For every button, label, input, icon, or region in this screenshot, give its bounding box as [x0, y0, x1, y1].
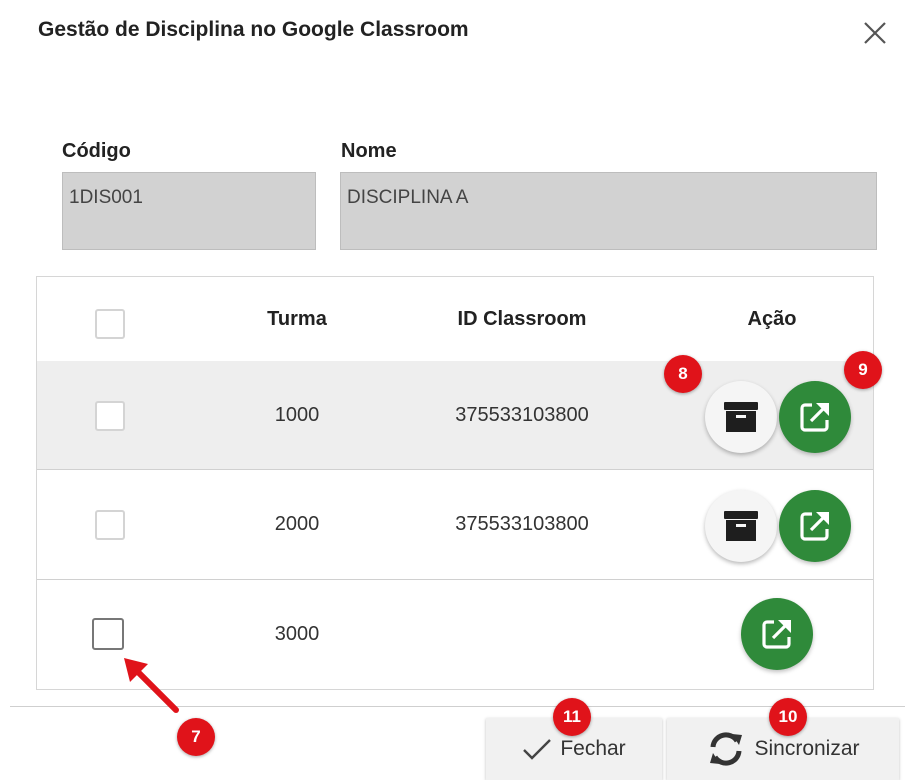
cell-id-classroom: 375533103800: [455, 513, 589, 535]
annotation-badge-7: 7: [177, 718, 215, 756]
turmas-table: Turma ID Classroom Ação 1000 37553310380…: [36, 276, 874, 690]
annotation-badge-10: 10: [769, 698, 807, 736]
codigo-label: Código: [62, 140, 131, 162]
sync-icon: [710, 732, 743, 766]
annotation-badge-11: 11: [553, 698, 591, 736]
cell-id-classroom: 375533103800: [455, 403, 589, 426]
nome-value: DISCIPLINA A: [347, 187, 469, 208]
external-link-icon: [762, 620, 791, 649]
archive-box-icon: [724, 511, 758, 541]
cell-turma: 3000: [274, 623, 320, 645]
open-classroom-button[interactable]: [779, 490, 851, 562]
open-classroom-button[interactable]: [779, 381, 851, 453]
annotation-badge-9: 9: [844, 351, 882, 389]
row-checkbox[interactable]: [95, 401, 125, 431]
external-link-icon: [800, 512, 829, 541]
nome-field: DISCIPLINA A: [340, 172, 877, 250]
header-turma: Turma: [267, 307, 327, 330]
table-row: 1000 375533103800: [37, 361, 873, 469]
nome-label: Nome: [341, 140, 397, 162]
close-button[interactable]: [858, 16, 892, 50]
table-header: Turma ID Classroom Ação: [37, 277, 873, 361]
close-icon: [864, 22, 886, 44]
check-icon: [523, 739, 552, 760]
row-checkbox[interactable]: [92, 618, 124, 650]
select-all-checkbox[interactable]: [95, 309, 125, 339]
archive-box-icon: [724, 402, 758, 432]
external-link-icon: [800, 403, 829, 432]
header-id-classroom: ID Classroom: [457, 307, 587, 330]
header-acao: Ação: [747, 307, 797, 330]
cell-turma: 1000: [274, 403, 320, 426]
arrow-icon: [124, 658, 179, 713]
codigo-value: 1DIS001: [69, 187, 143, 208]
open-classroom-button[interactable]: [741, 598, 813, 670]
dialog-title: Gestão de Disciplina no Google Classroom: [38, 18, 469, 41]
codigo-field: 1DIS001: [62, 172, 316, 250]
archive-button[interactable]: [705, 381, 777, 453]
row-checkbox[interactable]: [95, 510, 125, 540]
fechar-label: Fechar: [560, 737, 626, 760]
cell-turma: 2000: [274, 513, 320, 535]
cell-id-classroom: [422, 580, 622, 689]
archive-button[interactable]: [705, 490, 777, 562]
table-row: 2000 375533103800: [37, 469, 873, 579]
sincronizar-label: Sincronizar: [754, 737, 860, 760]
annotation-badge-8: 8: [664, 355, 702, 393]
